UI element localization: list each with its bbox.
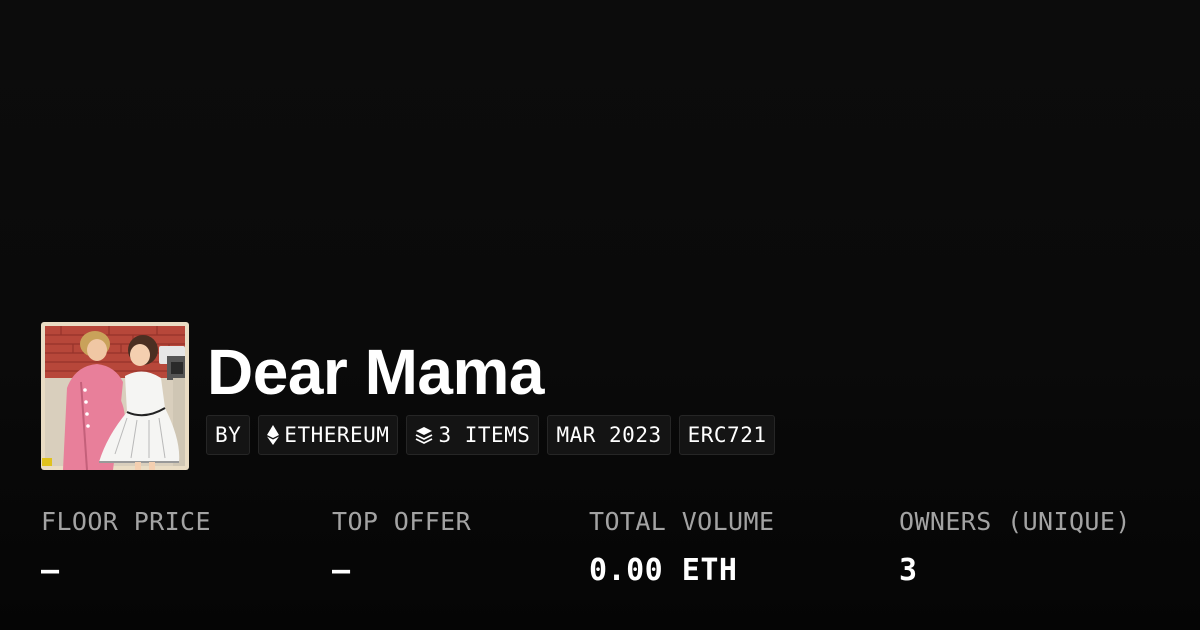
collection-title: Dear Mama [207,336,545,408]
items-tag[interactable]: 3 ITEMS [406,415,540,455]
date-tag-label: MAR 2023 [556,423,662,447]
stat-label: FLOOR PRICE [41,507,211,536]
stat-value: 0.00 ETH [589,553,738,588]
token-standard-label: ERC721 [687,423,767,447]
token-standard-tag: ERC721 [678,415,776,455]
chain-tag-label: ETHEREUM [284,423,390,447]
stat-label: TOP OFFER [332,507,472,536]
stat-value: 3 [899,553,918,588]
stat-label: TOTAL VOLUME [589,507,775,536]
collection-stats: FLOOR PRICE – TOP OFFER – TOTAL VOLUME 0… [0,505,1200,605]
collection-image-illustration [41,322,189,470]
creator-tag-label: BY [215,423,242,447]
stat-total-volume: TOTAL VOLUME 0.00 ETH [589,505,774,588]
stat-top-offer: TOP OFFER – [332,505,471,588]
chain-tag[interactable]: ETHEREUM [258,415,399,455]
layers-icon [415,426,433,444]
ethereum-icon [267,425,280,445]
stat-label: OWNERS (UNIQUE) [899,507,1131,536]
collection-image[interactable] [41,322,189,470]
stat-floor-price: FLOOR PRICE – [41,505,211,588]
stat-value: – [332,553,351,588]
stat-value: – [41,553,60,588]
items-tag-label: 3 ITEMS [438,423,531,447]
date-tag: MAR 2023 [547,415,671,455]
collection-tags: BY ETHEREUM 3 ITEMS MAR 2023 ERC721 [206,415,776,455]
stat-owners: OWNERS (UNIQUE) 3 [899,505,1131,588]
creator-tag[interactable]: BY [206,415,251,455]
